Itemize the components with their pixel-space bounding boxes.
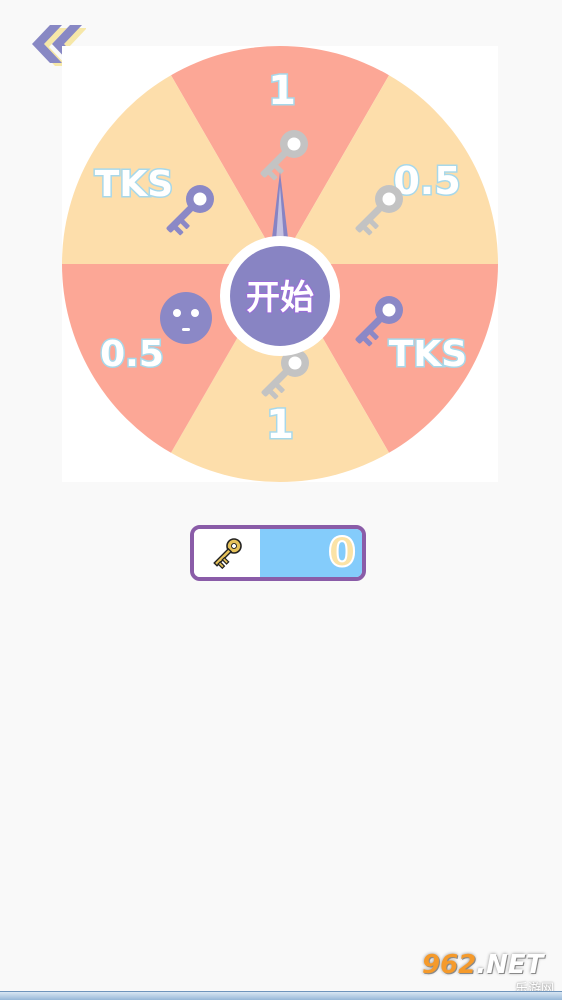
bottom-bar [0,991,562,1000]
watermark-brand: 962.NET [422,950,543,980]
key-counter-icon-cell [194,529,260,577]
lucky-wheel-screen: 1 0.5 TKS 1 0.5 TKS 开始 0 962.NET 乐游网 [0,0,562,1000]
segment-label: 0.5 [100,334,164,375]
key-counter-value-cell: 0 [260,529,362,577]
watermark-brand-suffix: .NET [476,950,544,980]
key-count-value: 0 [327,530,357,576]
key-counter: 0 [190,525,366,581]
prize-wheel[interactable]: 1 0.5 TKS 1 0.5 TKS 开始 [62,46,498,482]
golden-key-icon [213,538,242,570]
start-button-label: 开始 [246,278,314,318]
segment-label: TKS [95,164,173,205]
segment-label: TKS [389,334,467,375]
segment-label: 0.5 [393,159,460,203]
smiley-icon [160,292,212,344]
prize-wheel-graphic: 1 0.5 TKS 1 0.5 TKS 开始 [62,46,498,482]
segment-label: 1 [266,402,294,448]
segment-label: 1 [268,68,296,114]
watermark-brand-prefix: 962 [422,950,477,980]
site-watermark: 962.NET 乐游网 [422,950,558,997]
